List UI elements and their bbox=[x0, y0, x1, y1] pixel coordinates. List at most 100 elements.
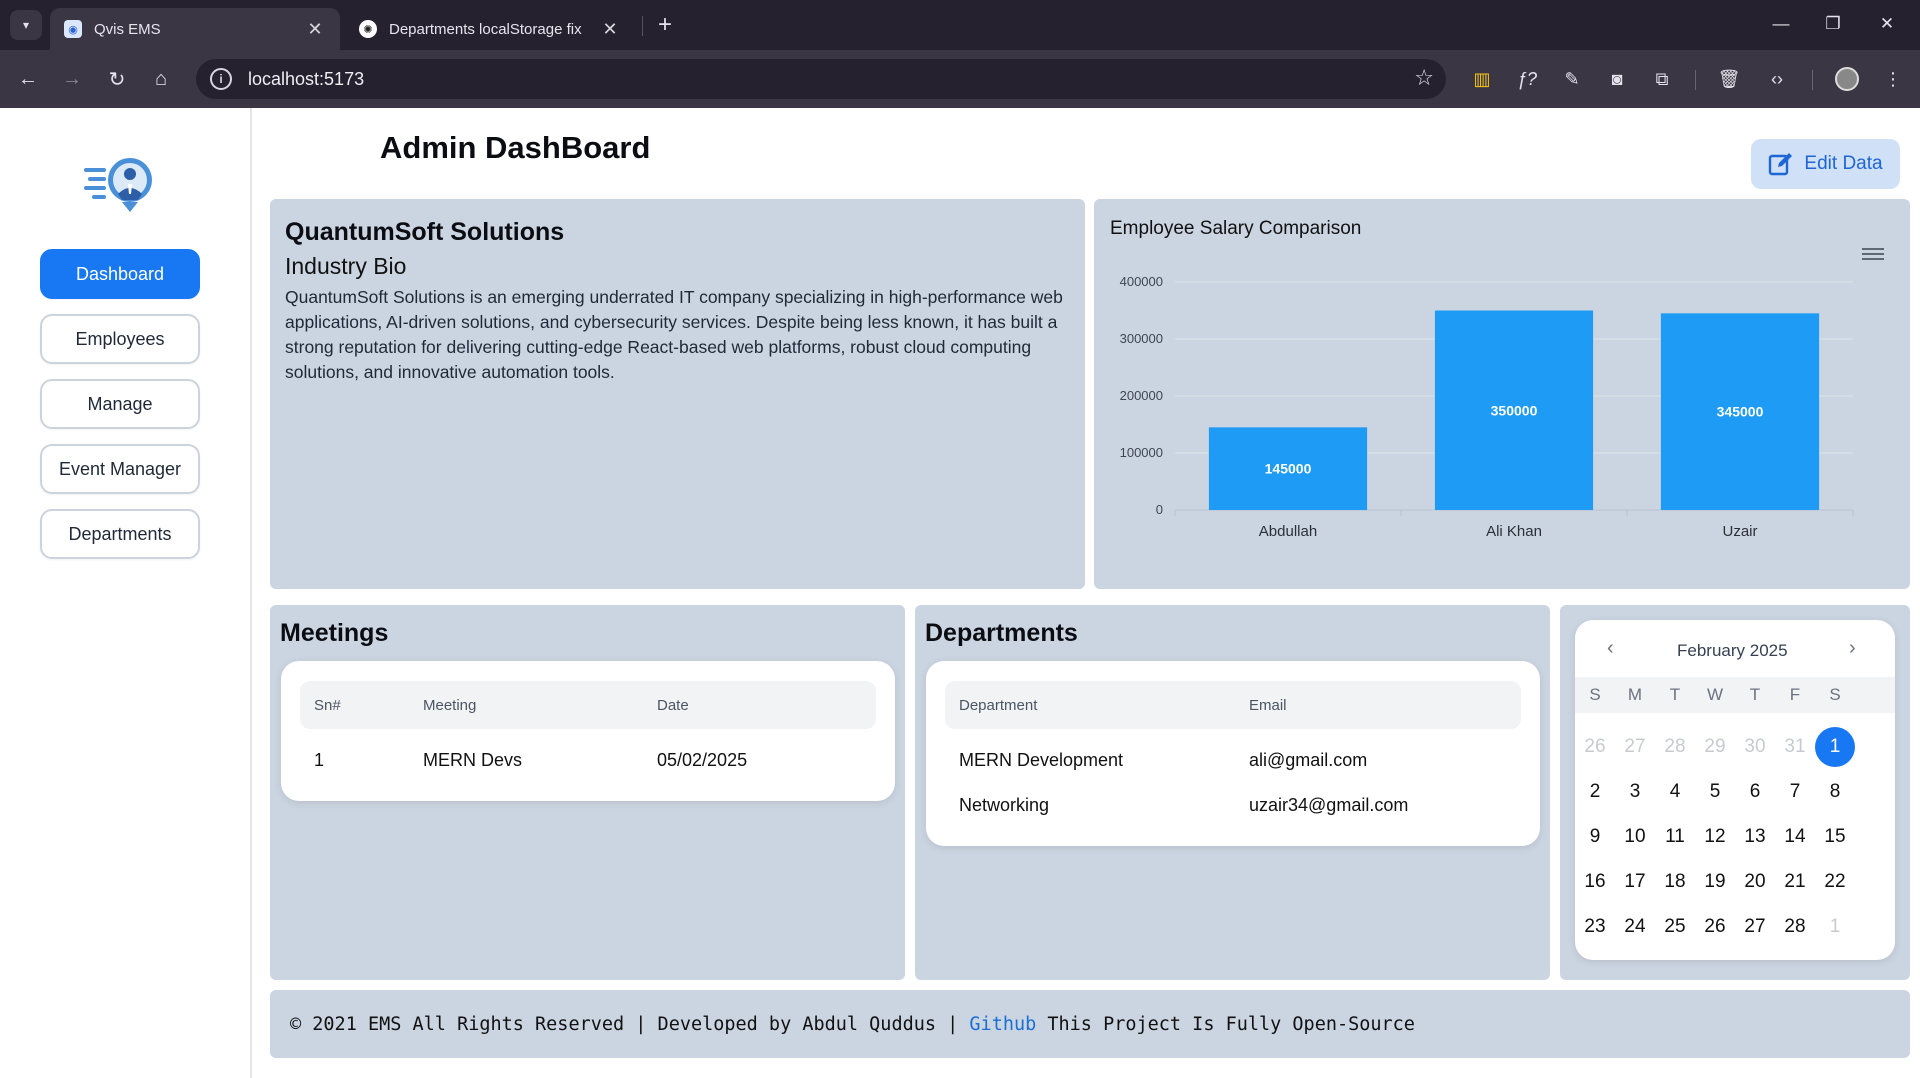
tab-title: Departments localStorage fix bbox=[389, 20, 582, 38]
col-email: Email bbox=[1249, 697, 1287, 714]
calendar-day[interactable]: 29 bbox=[1695, 727, 1735, 767]
calendar-day[interactable]: 31 bbox=[1775, 727, 1815, 767]
sidebar-item-manage[interactable]: Manage bbox=[40, 379, 200, 429]
y-tick-label: 200000 bbox=[1120, 388, 1163, 403]
calendar-day[interactable]: 11 bbox=[1655, 817, 1695, 857]
browser-menu-icon[interactable]: ⋮ bbox=[1876, 62, 1910, 96]
edit-data-button[interactable]: Edit Data bbox=[1751, 139, 1900, 189]
weekday-label: S bbox=[1589, 685, 1601, 704]
calendar-day[interactable]: 8 bbox=[1815, 772, 1855, 812]
toolbar-divider bbox=[1812, 70, 1813, 90]
minimize-icon[interactable]: — bbox=[1758, 8, 1804, 40]
sidebar: Dashboard Employees Manage Event Manager… bbox=[0, 108, 252, 1078]
calendar-day[interactable]: 4 bbox=[1655, 772, 1695, 812]
calendar-day[interactable]: 7 bbox=[1775, 772, 1815, 812]
meetings-card: Sn# Meeting Date 1 MERN Devs 05/02/2025 bbox=[281, 661, 895, 801]
chart-title: Employee Salary Comparison bbox=[1110, 218, 1362, 239]
bookmark-star-icon[interactable]: ☆ bbox=[1414, 65, 1434, 91]
col-date: Date bbox=[657, 697, 689, 714]
tab-search-button[interactable]: ▾ bbox=[10, 10, 42, 40]
meetings-title: Meetings bbox=[280, 619, 389, 647]
calendar-day[interactable]: 3 bbox=[1615, 772, 1655, 812]
calendar-day[interactable]: 21 bbox=[1775, 862, 1815, 902]
sidebar-item-departments[interactable]: Departments bbox=[40, 509, 200, 559]
back-icon[interactable]: ← bbox=[10, 61, 46, 97]
x-category-label: Abdullah bbox=[1259, 523, 1317, 540]
weekday-label: M bbox=[1627, 685, 1643, 704]
camera-icon[interactable]: ◙ bbox=[1600, 62, 1634, 96]
calendar-day[interactable]: 26 bbox=[1575, 727, 1615, 767]
restore-icon[interactable]: ❐ bbox=[1810, 8, 1856, 40]
col-sn: Sn# bbox=[314, 697, 341, 714]
analytics-extension-icon[interactable]: ▥ bbox=[1465, 62, 1499, 96]
color-picker-icon[interactable]: ✎ bbox=[1555, 62, 1589, 96]
calendar-day[interactable]: 24 bbox=[1615, 907, 1655, 947]
page-title: Admin DashBoard bbox=[380, 130, 651, 165]
calendar-day[interactable]: 15 bbox=[1815, 817, 1855, 857]
profile-avatar-icon[interactable] bbox=[1830, 62, 1864, 96]
calendar-day[interactable]: 27 bbox=[1615, 727, 1655, 767]
calendar-day[interactable]: 14 bbox=[1775, 817, 1815, 857]
footer-open-source: This Project Is Fully Open-Source bbox=[1036, 1013, 1415, 1035]
chart-menu-icon[interactable] bbox=[1862, 248, 1884, 262]
calendar-day[interactable]: 28 bbox=[1775, 907, 1815, 947]
calendar-day[interactable]: 18 bbox=[1655, 862, 1695, 902]
edit-data-label: Edit Data bbox=[1804, 153, 1883, 174]
tab-qvis-ems[interactable]: ◉ Qvis EMS ✕ bbox=[50, 8, 340, 50]
font-extension-icon[interactable]: ƒ? bbox=[1510, 62, 1544, 96]
y-tick-label: 300000 bbox=[1120, 331, 1163, 346]
y-tick-label: 0 bbox=[1156, 502, 1163, 517]
close-tab-icon[interactable]: ✕ bbox=[304, 19, 326, 40]
close-window-icon[interactable]: ✕ bbox=[1864, 8, 1910, 40]
calendar-day[interactable]: 27 bbox=[1735, 907, 1775, 947]
home-icon[interactable]: ⌂ bbox=[143, 61, 179, 97]
department-name: MERN Development bbox=[959, 750, 1124, 770]
url-text: localhost:5173 bbox=[248, 68, 365, 89]
calendar-day[interactable]: 2 bbox=[1575, 772, 1615, 812]
weekday-label: F bbox=[1789, 685, 1801, 704]
close-tab-icon[interactable]: ✕ bbox=[599, 19, 621, 40]
data-label: 145000 bbox=[1265, 461, 1312, 477]
calendar-day[interactable]: 9 bbox=[1575, 817, 1615, 857]
department-email: uzair34@gmail.com bbox=[1249, 795, 1409, 815]
calendar-day[interactable]: 30 bbox=[1735, 727, 1775, 767]
calendar-day[interactable]: 20 bbox=[1735, 862, 1775, 902]
calendar-day[interactable]: 28 bbox=[1655, 727, 1695, 767]
address-bar[interactable]: i localhost:5173 ☆ bbox=[196, 59, 1446, 99]
calendar-day[interactable]: 1 bbox=[1815, 727, 1855, 767]
calendar-day[interactable]: 19 bbox=[1695, 862, 1735, 902]
calendar-day[interactable]: 16 bbox=[1575, 862, 1615, 902]
calendar-day[interactable]: 25 bbox=[1655, 907, 1695, 947]
reload-icon[interactable]: ↻ bbox=[99, 61, 135, 97]
prev-month-icon[interactable]: ‹ bbox=[1607, 637, 1614, 660]
site-info-icon[interactable]: i bbox=[210, 68, 232, 90]
code-icon[interactable]: ‹› bbox=[1760, 62, 1794, 96]
calendar-day[interactable]: 1 bbox=[1815, 907, 1855, 947]
departments-table-header: Department Email bbox=[945, 681, 1521, 729]
forward-icon[interactable]: → bbox=[54, 61, 90, 97]
calendar-day[interactable]: 22 bbox=[1815, 862, 1855, 902]
calendar-day[interactable]: 6 bbox=[1735, 772, 1775, 812]
extensions-puzzle-icon[interactable]: ⧉ bbox=[1645, 62, 1679, 96]
browser-tab-strip: ▾ ◉ Qvis EMS ✕ ✺ Departments localStorag… bbox=[0, 0, 1920, 50]
next-month-icon[interactable]: › bbox=[1849, 637, 1856, 660]
sidebar-item-employees[interactable]: Employees bbox=[40, 314, 200, 364]
calendar-day[interactable]: 13 bbox=[1735, 817, 1775, 857]
tab-departments-fix[interactable]: ✺ Departments localStorage fix ✕ bbox=[345, 8, 635, 50]
calendar-day[interactable]: 17 bbox=[1615, 862, 1655, 902]
calendar-day[interactable]: 26 bbox=[1695, 907, 1735, 947]
calendar-day[interactable]: 10 bbox=[1615, 817, 1655, 857]
col-meeting: Meeting bbox=[423, 697, 477, 714]
trash-icon[interactable]: 🗑 bbox=[1712, 62, 1746, 96]
calendar-day[interactable]: 23 bbox=[1575, 907, 1615, 947]
bio-heading: Industry Bio bbox=[285, 253, 407, 279]
calendar-day[interactable]: 5 bbox=[1695, 772, 1735, 812]
github-link[interactable]: Github bbox=[969, 1014, 1036, 1035]
footer: © 2021 EMS All Rights Reserved | Develop… bbox=[270, 990, 1910, 1058]
sidebar-item-event-manager[interactable]: Event Manager bbox=[40, 444, 200, 494]
department-name: Networking bbox=[959, 795, 1050, 815]
sidebar-item-dashboard[interactable]: Dashboard bbox=[40, 249, 200, 299]
new-tab-button[interactable]: + bbox=[650, 10, 680, 40]
calendar-month-label[interactable]: February 2025 bbox=[1677, 641, 1788, 661]
calendar-day[interactable]: 12 bbox=[1695, 817, 1735, 857]
